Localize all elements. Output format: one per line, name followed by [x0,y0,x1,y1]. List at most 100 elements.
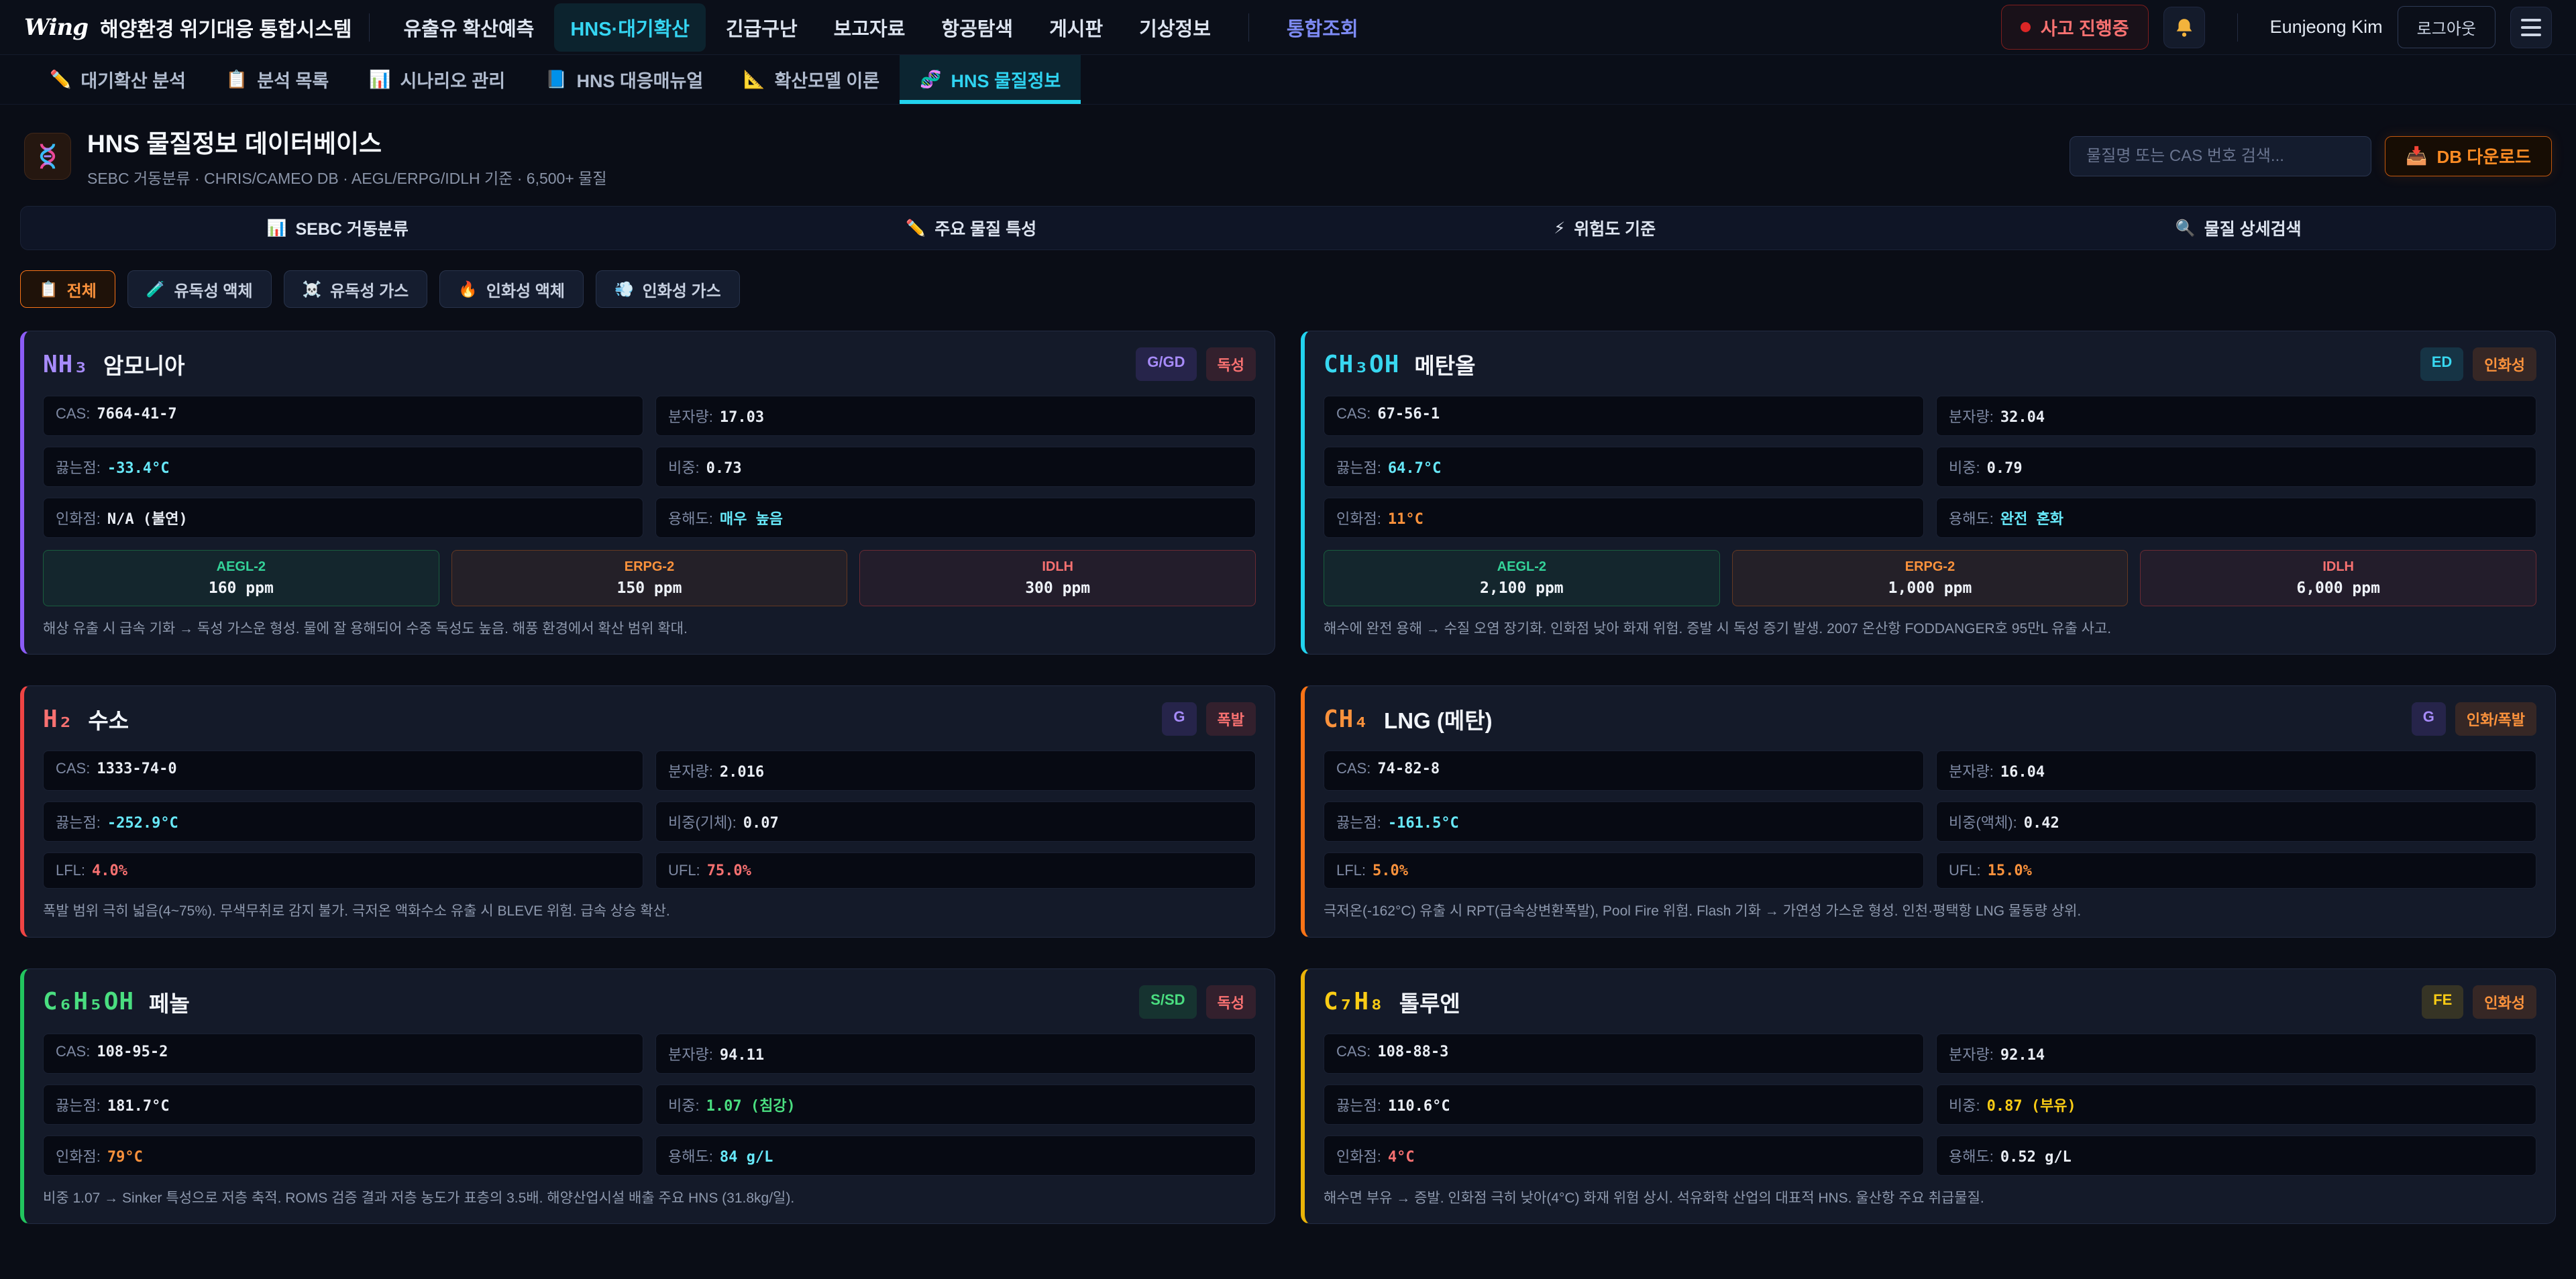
property-label: CAS: [56,1043,90,1060]
property-cell: 끓는점:-252.9°C [43,801,643,842]
badge-group: G 폭발 [1162,702,1256,736]
property-value: 108-88-3 [1377,1044,1448,1060]
property-cell: UFL:75.0% [655,852,1256,889]
dna-icon [33,142,62,171]
section-tab-properties[interactable]: ✏️ 주요 물질 특성 [655,207,1289,249]
property-grid: CAS:67-56-1 분자량:32.04 끓는점:64.7°C 비중:0.79… [1324,396,2536,538]
hazard-badge: 인화성 [2473,985,2536,1019]
substance-name: 암모니아 [103,348,184,380]
property-cell: 끓는점:64.7°C [1324,447,1924,487]
property-cell: 인화점:11°C [1324,498,1924,538]
filter-toxic-gas[interactable]: ☠️ 유독성 가스 [284,270,428,308]
filter-label: 인화성 액체 [486,278,565,301]
filter-chip-row: 📋 전체 🧪 유독성 액체 ☠️ 유독성 가스 🔥 인화성 액체 💨 인화성 가… [20,270,2556,308]
property-value: 11°C [1388,511,1424,528]
bar-chart-icon: 📊 [267,219,287,238]
tab-scenario-management[interactable]: 📊 시나리오 관리 [349,55,525,104]
property-value: 5.0% [1373,863,1408,879]
substance-card-toluene[interactable]: C₇H₈ 톨루엔 FE 인화성 CAS:108-88-3 분자량:92.14 끓… [1301,968,2556,1224]
incident-label: 사고 진행중 [2041,14,2129,40]
property-label: 끓는점: [1336,811,1381,832]
hazard-badge: 폭발 [1206,702,1256,736]
incident-status-badge[interactable]: 사고 진행중 [2001,5,2149,50]
threshold-row: AEGL-2 160 ppm ERPG-2 150 ppm IDLH 300 p… [43,550,1256,606]
section-tab-risk-criteria[interactable]: ⚡ 위험도 기준 [1288,207,1922,249]
chemical-formula: CH₄ [1324,706,1369,733]
nav-item-board[interactable]: 게시판 [1033,3,1119,52]
nav-item-weather[interactable]: 기상정보 [1123,3,1227,52]
tab-hns-substance-info[interactable]: 🧬 HNS 물질정보 [900,55,1081,104]
tab-dispersion-analysis[interactable]: ✏️ 대기확산 분석 [30,55,206,104]
logout-button[interactable]: 로그아웃 [2398,6,2496,48]
substance-card-ammonia[interactable]: NH₃ 암모니아 G/GD 독성 CAS:7664-41-7 분자량:17.03… [20,331,1275,655]
property-cell: 비중:1.07 (침강) [655,1085,1256,1125]
property-label: 끓는점: [1336,456,1381,478]
tab-label: 대기확산 분석 [80,66,186,93]
property-value: 0.73 [706,460,742,477]
filter-label: 인화성 가스 [643,278,721,301]
filter-all[interactable]: 📋 전체 [20,270,115,308]
nav-item-reports[interactable]: 보고자료 [818,3,922,52]
substance-name: 페놀 [149,986,190,1018]
property-cell: 용해도:84 g/L [655,1135,1256,1176]
property-cell: 용해도:매우 높음 [655,498,1256,538]
tab-model-theory[interactable]: 📐 확산모델 이론 [723,55,900,104]
property-cell: 용해도:0.52 g/L [1936,1135,2536,1176]
property-label: 비중(액체): [1949,811,2017,832]
tab-label: HNS 물질정보 [951,66,1061,93]
nav-item-integrated-search[interactable]: 통합조회 [1271,3,1375,52]
notification-bell-button[interactable] [2163,7,2205,48]
property-value: 1.07 (침강) [706,1094,796,1115]
top-nav: Wing 해양환경 위기대응 통합시스템 유출유 확산예측 HNS·대기확산 긴… [0,0,2576,55]
badge-group: ED 인화성 [2420,347,2536,381]
nav-item-aerial-search[interactable]: 항공탐색 [925,3,1029,52]
property-cell: 끓는점:-161.5°C [1324,801,1924,842]
db-download-button[interactable]: 📥 DB 다운로드 [2385,136,2552,176]
property-value: 67-56-1 [1377,406,1440,423]
badge-group: S/SD 독성 [1139,985,1256,1019]
substance-card-lng-methane[interactable]: CH₄ LNG (메탄) G 인화/폭발 CAS:74-82-8 분자량:16.… [1301,685,2556,937]
property-label: 인화점: [56,507,101,529]
substance-card-methanol[interactable]: CH₃OH 메탄올 ED 인화성 CAS:67-56-1 분자량:32.04 끓… [1301,331,2556,655]
property-cell: CAS:67-56-1 [1324,396,1924,436]
section-tab-label: 위험도 기준 [1574,216,1656,240]
property-label: 분자량: [668,1043,713,1064]
filter-flammable-gas[interactable]: 💨 인화성 가스 [596,270,740,308]
brand-logo[interactable]: Wing 해양환경 위기대응 통합시스템 [24,13,352,42]
property-label: 끓는점: [1336,1094,1381,1115]
filter-toxic-liquid[interactable]: 🧪 유독성 액체 [127,270,272,308]
filter-label: 유독성 가스 [330,278,409,301]
filter-flammable-liquid[interactable]: 🔥 인화성 액체 [439,270,584,308]
substance-card-phenol[interactable]: C₆H₅OH 페놀 S/SD 독성 CAS:108-95-2 분자량:94.11… [20,968,1275,1224]
section-tab-detail-search[interactable]: 🔍 물질 상세검색 [1922,207,2556,249]
sebc-class-badge: G [2412,702,2446,736]
tab-analysis-list[interactable]: 📋 분석 목록 [206,55,349,104]
nav-item-hns-dispersion[interactable]: HNS·대기확산 [554,3,706,52]
hamburger-menu-button[interactable] [2510,7,2552,48]
threshold-value: 1,000 ppm [1739,579,2121,597]
property-cell: CAS:74-82-8 [1324,750,1924,791]
property-cell: 인화점:4°C [1324,1135,1924,1176]
property-label: 분자량: [1949,1043,1994,1064]
divider [2237,13,2238,42]
skull-icon: ☠️ [303,280,322,298]
substance-card-hydrogen[interactable]: H₂ 수소 G 폭발 CAS:1333-74-0 분자량:2.016 끓는점:-… [20,685,1275,937]
page-header-left: HNS 물질정보 데이터베이스 SEBC 거동분류 · CHRIS/CAMEO … [24,123,606,188]
tab-label: 확산모델 이론 [775,66,880,93]
nav-item-oil-spill[interactable]: 유출유 확산예측 [387,3,550,52]
property-value: 75.0% [707,863,751,879]
substance-search-input[interactable] [2070,136,2371,176]
property-label: 분자량: [1949,405,1994,427]
nav-right-controls: 사고 진행중 Eunjeong Kim 로그아웃 [2001,5,2552,50]
property-value: -252.9°C [107,815,178,832]
property-cell: 분자량:16.04 [1936,750,2536,791]
filter-label: 전체 [67,278,97,301]
section-tab-sebc[interactable]: 📊 SEBC 거동분류 [21,207,655,249]
book-icon: 📘 [545,69,567,90]
property-value: 4.0% [92,863,127,879]
property-cell: 분자량:32.04 [1936,396,2536,436]
tab-hns-manual[interactable]: 📘 HNS 대응매뉴얼 [525,55,723,104]
wing-logo-icon: Wing [24,14,88,41]
property-value: 4°C [1388,1149,1415,1166]
nav-item-emergency-rescue[interactable]: 긴급구난 [710,3,814,52]
